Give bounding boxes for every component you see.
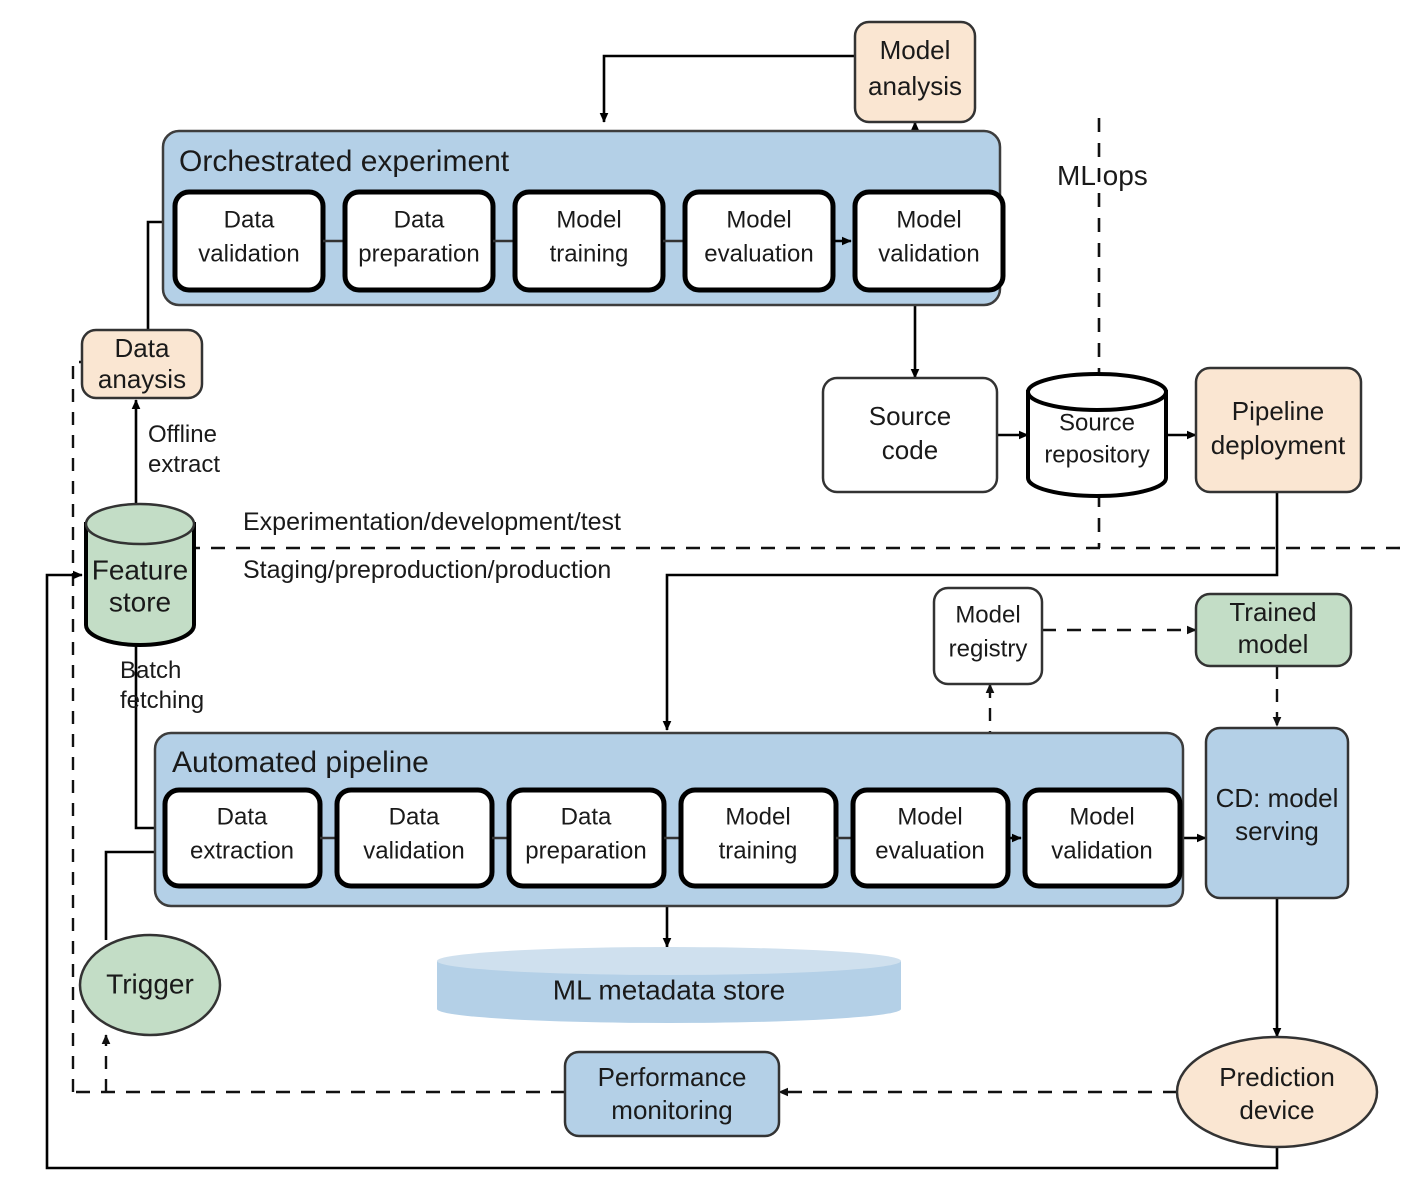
step-model-validation-exp[interactable]: Model validation — [852, 189, 1006, 293]
step-label-line1: Model — [726, 206, 791, 233]
step-model-evaluation-exp[interactable]: Model evaluation — [682, 189, 836, 293]
step-label-line1: Data — [394, 206, 445, 233]
node-model-registry[interactable]: Model registry — [932, 586, 1044, 686]
node-prediction-device[interactable]: Prediction device — [1175, 1035, 1379, 1149]
group-orchestrated-experiment[interactable]: Orchestrated experiment Data validation … — [161, 129, 1006, 307]
automated-pipeline-label: Automated pipeline — [172, 746, 429, 779]
source-code-label-line1: Source — [869, 401, 951, 431]
step-label-line1: Model — [556, 206, 621, 233]
ml-metadata-store-top — [437, 947, 901, 975]
pipeline-deployment-label-line2: deployment — [1211, 430, 1346, 460]
step-label-line1: Model — [1069, 803, 1134, 830]
data-analysis-label-line1: Data — [115, 333, 170, 363]
step-data-preparation-pipe[interactable]: Data preparation — [506, 787, 667, 889]
model-analysis-label-line1: Model — [880, 35, 951, 65]
node-cd-model-serving[interactable]: CD: model serving — [1204, 726, 1350, 900]
step-label-line1: Model — [897, 803, 962, 830]
batch-fetching-label-line2: fetching — [120, 687, 204, 714]
orchestrated-experiment-label: Orchestrated experiment — [179, 145, 510, 178]
node-source-code[interactable]: Source code — [821, 376, 999, 494]
source-repository-label-line1: Source — [1059, 409, 1135, 436]
node-model-analysis[interactable]: Model analysis — [853, 20, 977, 124]
step-label-line1: Data — [561, 803, 612, 830]
feature-store-top — [84, 502, 196, 546]
step-label-line1: Model — [896, 206, 961, 233]
performance-monitoring-label-line2: monitoring — [611, 1095, 732, 1125]
prediction-device-shape[interactable] — [1175, 1035, 1379, 1149]
batch-fetching-label-line1: Batch — [120, 657, 181, 684]
model-analysis-label-line2: analysis — [868, 71, 962, 101]
trigger-label: Trigger — [106, 968, 194, 999]
step-label-line1: Data — [217, 803, 268, 830]
step-data-preparation-exp[interactable]: Data preparation — [342, 189, 496, 293]
trained-model-label-line2: model — [1238, 629, 1309, 659]
step-model-validation-pipe[interactable]: Model validation — [1022, 787, 1183, 889]
prediction-device-label-line1: Prediction — [1219, 1062, 1335, 1092]
node-source-repository[interactable]: Source repository — [1026, 372, 1168, 498]
source-repository-label-line2: repository — [1044, 441, 1149, 468]
node-performance-monitoring[interactable]: Performance monitoring — [563, 1050, 781, 1138]
pipeline-deployment-label-line1: Pipeline — [1232, 396, 1325, 426]
step-label-line2: evaluation — [875, 837, 984, 864]
node-layer: Model analysis Orchestrated experiment D… — [78, 20, 1379, 1149]
zone-label-experimentation: Experimentation/development/test — [243, 508, 621, 536]
step-model-training-exp[interactable]: Model training — [512, 189, 666, 293]
source-code-label-line2: code — [882, 435, 938, 465]
node-data-analysis[interactable]: Data anaysis — [80, 328, 204, 400]
step-data-validation-pipe[interactable]: Data validation — [334, 787, 495, 889]
mlops-zone-label: ML ops — [1057, 160, 1148, 191]
node-trained-model[interactable]: Trained model — [1194, 592, 1353, 668]
group-automated-pipeline[interactable]: Automated pipeline Data extraction Data … — [153, 731, 1185, 908]
cd-model-serving-label-line2: serving — [1235, 816, 1319, 846]
step-model-training-pipe[interactable]: Model training — [678, 787, 839, 889]
step-label-line2: validation — [363, 837, 464, 864]
step-label-line2: validation — [1051, 837, 1152, 864]
prediction-device-label-line2: device — [1239, 1095, 1314, 1125]
step-model-evaluation-pipe[interactable]: Model evaluation — [850, 787, 1011, 889]
trained-model-label-line1: Trained — [1229, 597, 1316, 627]
node-ml-metadata-store[interactable]: ML metadata store — [437, 947, 901, 1023]
source-repository-top — [1026, 372, 1168, 412]
model-registry-label-line1: Model — [955, 601, 1020, 628]
offline-extract-label-line2: extract — [148, 451, 220, 478]
step-label-line2: validation — [878, 240, 979, 267]
performance-monitoring-label-line1: Performance — [598, 1062, 747, 1092]
ml-metadata-store-label: ML metadata store — [553, 974, 785, 1005]
step-label-line1: Data — [389, 803, 440, 830]
zone-label-staging: Staging/preproduction/production — [243, 556, 611, 584]
cd-model-serving-shape[interactable] — [1204, 726, 1350, 900]
step-label-line2: extraction — [190, 837, 294, 864]
node-feature-store[interactable]: Feature store — [84, 502, 196, 647]
cd-model-serving-label-line1: CD: model — [1216, 783, 1339, 813]
node-trigger[interactable]: Trigger — [78, 933, 222, 1037]
step-label-line1: Model — [725, 803, 790, 830]
mlops-diagram-canvas: Model analysis Orchestrated experiment D… — [0, 0, 1412, 1194]
step-label-line2: preparation — [358, 240, 479, 267]
node-pipeline-deployment[interactable]: Pipeline deployment — [1194, 366, 1363, 494]
model-registry-label-line2: registry — [949, 635, 1028, 662]
data-analysis-label-line2: anaysis — [98, 364, 186, 394]
step-label-line2: training — [719, 837, 798, 864]
step-label-line1: Data — [224, 206, 275, 233]
feature-store-label-line1: Feature — [92, 554, 189, 585]
step-data-validation-exp[interactable]: Data validation — [172, 189, 326, 293]
step-label-line2: preparation — [525, 837, 646, 864]
offline-extract-label-line1: Offline — [148, 421, 217, 448]
step-data-extraction-pipe[interactable]: Data extraction — [162, 787, 323, 889]
step-label-line2: validation — [198, 240, 299, 267]
step-label-line2: evaluation — [704, 240, 813, 267]
feature-store-label-line2: store — [109, 586, 171, 617]
step-label-line2: training — [550, 240, 629, 267]
